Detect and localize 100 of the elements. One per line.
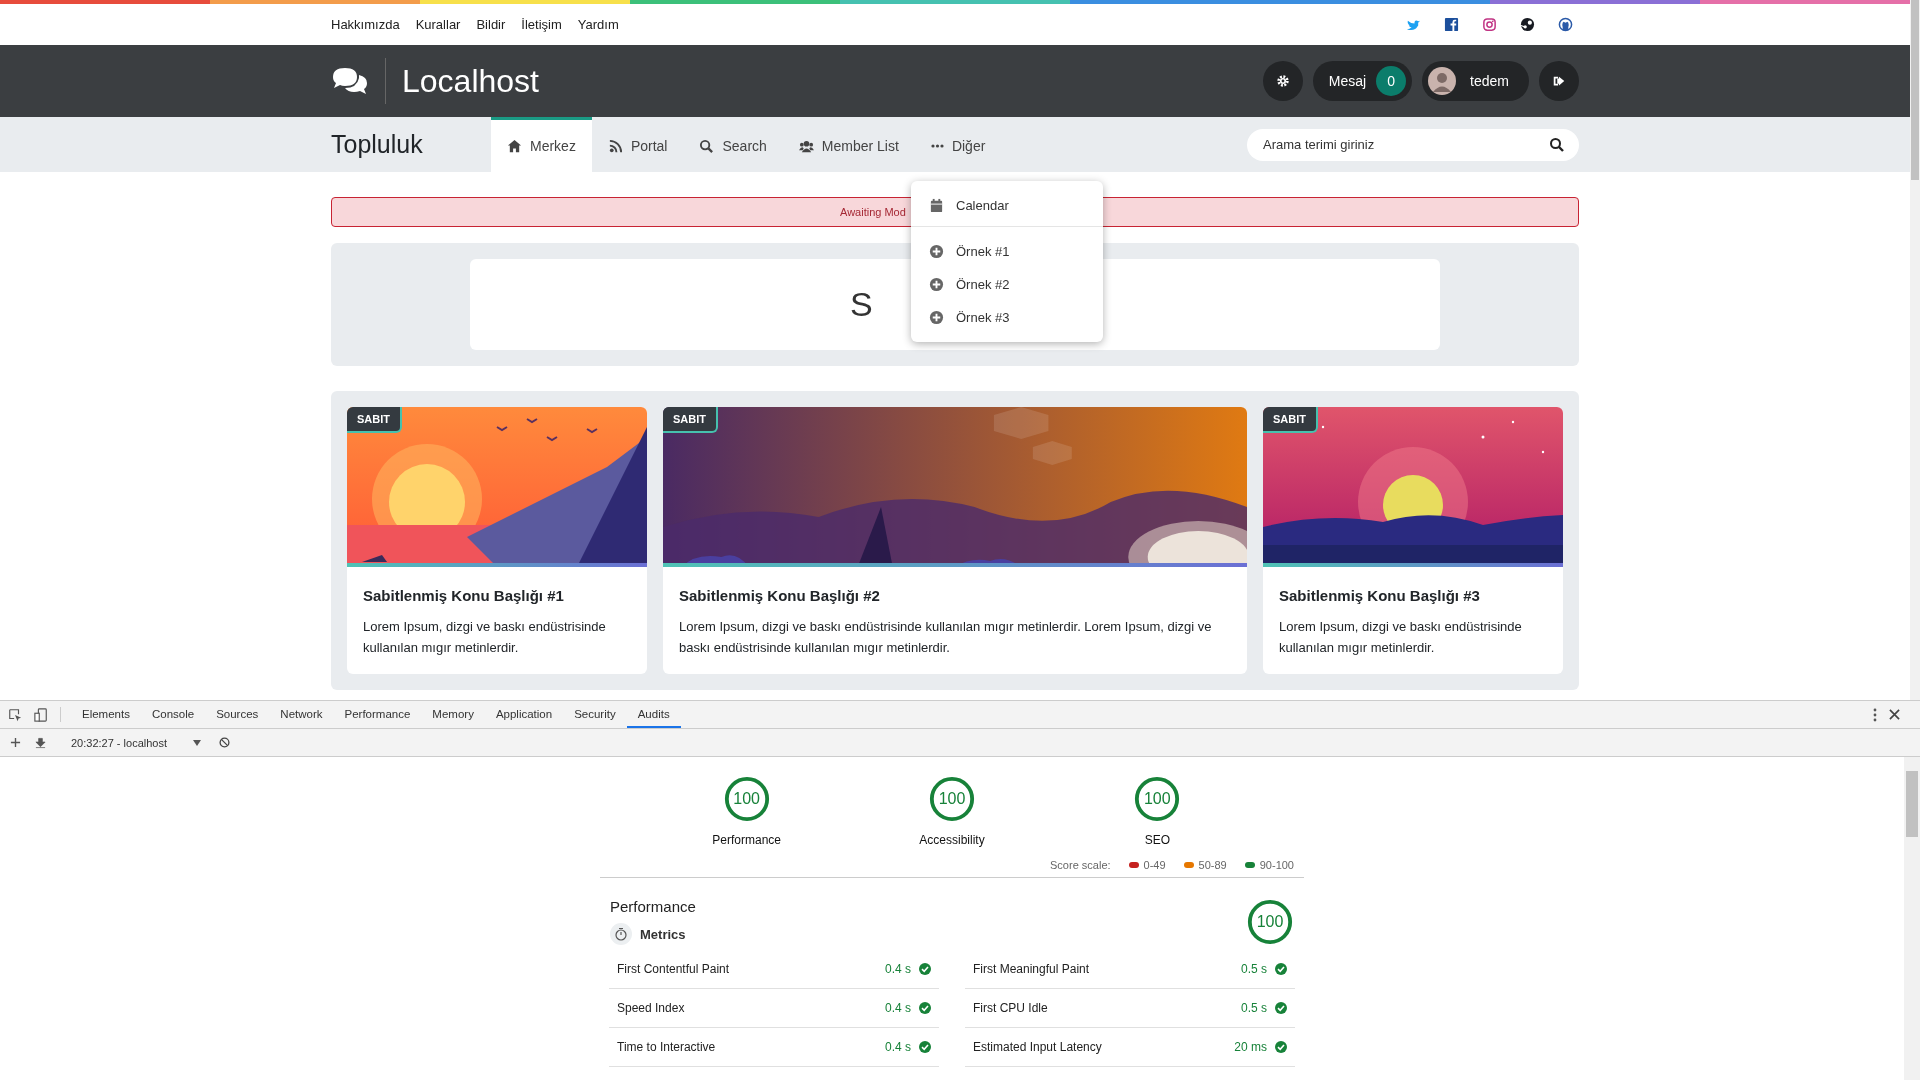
section-heading: Performance [610, 898, 696, 915]
alert-text: Awaiting Mod [840, 206, 906, 218]
device-icon [34, 707, 48, 722]
score-value: 100 [938, 790, 966, 808]
topic-title[interactable]: Sabitlenmiş Konu Başlığı #3 [1279, 587, 1547, 604]
check-circle-icon [1275, 1041, 1287, 1053]
metric-value: 20 ms [1234, 1040, 1267, 1054]
stopwatch-icon [610, 923, 632, 945]
menu-item[interactable]: Örnek #2 [911, 268, 1103, 301]
nav-tab[interactable]: Member List [782, 117, 915, 172]
devtools-tab[interactable]: Performance [333, 701, 422, 728]
search-icon [699, 138, 715, 154]
messages-label: Mesaj [1328, 73, 1367, 89]
topic-excerpt: Lorem Ipsum, dizgi ve baskı endüstrisinde kullanılan mıgır metinlerdir. Lorem Ipsum, dizgi ve baskı endüstrisinde kullanılan mıgır metinlerdir. [679, 618, 1213, 657]
top-link[interactable]: İletişim [521, 17, 562, 32]
avatar [1428, 67, 1457, 95]
pinned-badge: SABIT [347, 407, 402, 433]
legend-label: 50-89 [1198, 859, 1227, 871]
top-link[interactable]: Kurallar [415, 17, 461, 32]
plus-circle-icon [929, 310, 944, 325]
feed-icon [607, 138, 623, 154]
devtools-tab[interactable]: Network [269, 701, 334, 728]
logout-button[interactable] [1539, 61, 1579, 101]
check-circle-icon [919, 1002, 931, 1014]
inspect-icon [8, 707, 22, 722]
score-value: 100 [733, 790, 760, 808]
kebab-menu-icon [1873, 707, 1877, 722]
download-icon [35, 736, 46, 749]
topic-title[interactable]: Sabitlenmiş Konu Başlığı #1 [363, 587, 631, 604]
users-icon [798, 138, 814, 154]
close-icon [1889, 709, 1900, 720]
top-link[interactable]: Bildir [476, 17, 506, 32]
legend-label: 0-49 [1143, 859, 1166, 871]
menu-item[interactable]: Örnek #3 [911, 301, 1103, 334]
devtools-tab[interactable]: Memory [421, 701, 485, 728]
nav-tab[interactable]: Portal [591, 117, 684, 172]
chat-bubbles-icon [331, 66, 369, 96]
legend-label: 90-100 [1259, 859, 1294, 871]
scrollbar[interactable] [1910, 0, 1920, 700]
metric-name: Estimated Input Latency [973, 1040, 1103, 1054]
menu-item[interactable]: Örnek #1 [911, 235, 1103, 268]
settings-button[interactable] [1262, 61, 1303, 101]
nav-tab[interactable]: Diğer [914, 117, 1002, 172]
pinned-badge: SABIT [1263, 407, 1318, 433]
metrics-heading: Metrics [640, 926, 686, 942]
instagram-icon[interactable] [1482, 17, 1497, 32]
devtools-tab[interactable]: Sources [205, 701, 270, 728]
topic-excerpt: Lorem Ipsum, dizgi ve baskı endüstrisinde kullanılan mıgır metinlerdir. [1279, 618, 1523, 657]
scrollbar[interactable] [1904, 757, 1920, 1080]
username: tedem [1470, 73, 1509, 89]
devtools-tab[interactable]: Console [140, 701, 206, 728]
devtools-tab[interactable]: Security [563, 701, 627, 728]
pinned-topic-card[interactable]: SABIT Sabitlenmiş Konu Başlığı #3 Lorem Ipsum, dizgi ve baskı endüstrisinde kullanılan mıgır metinlerdir. [1263, 407, 1563, 674]
check-circle-icon [1275, 963, 1287, 975]
messages-button[interactable]: Mesaj 0 [1312, 61, 1413, 101]
plus-circle-icon [929, 244, 944, 259]
top-link[interactable]: Hakkımızda [331, 17, 400, 32]
metric-name: First Contentful Paint [617, 962, 731, 976]
search-field[interactable]: Arama terimi giriniz [1247, 128, 1579, 161]
metric-name: First Meaningful Paint [973, 962, 1091, 976]
topic-title[interactable]: Sabitlenmiş Konu Başlığı #2 [679, 587, 1231, 604]
pinned-badge: SABIT [663, 407, 718, 433]
banner-heading: S [850, 285, 873, 324]
home-icon [507, 138, 522, 154]
metric-value: 0.4 s [885, 1001, 911, 1015]
calendar-icon [929, 198, 944, 213]
metric-value: 0.5 s [1241, 1001, 1267, 1015]
plus-circle-icon [929, 277, 944, 292]
metric-name: Speed Index [617, 1001, 686, 1015]
menu-item[interactable]: Calendar [911, 189, 1103, 222]
more-icon [930, 144, 944, 148]
site-name[interactable]: Localhost [402, 62, 539, 100]
devtools-tab[interactable]: Application [484, 701, 564, 728]
user-menu-button[interactable]: tedem [1422, 61, 1529, 101]
settings-icon [1275, 74, 1290, 88]
nav-tab[interactable]: Merkez [491, 117, 592, 172]
score-value: 100 [1256, 913, 1284, 931]
check-circle-icon [1275, 1002, 1287, 1014]
score-scale-label: Score scale: [1050, 859, 1111, 871]
top-link[interactable]: Yardım [577, 17, 619, 32]
metric-name: Time to Interactive [617, 1040, 717, 1054]
pinned-topic-card[interactable]: SABIT Sabitlenmiş Konu Başlığı #1 Lorem Ipsum, dizgi ve baskı endüstrisinde kullanılan mıgır metinlerdir. [347, 407, 647, 674]
score-label: Accessibility [919, 833, 985, 847]
message-count-badge: 0 [1376, 66, 1407, 96]
search-icon [1549, 136, 1565, 153]
report-select[interactable]: 20:32:27 - localhost [71, 736, 201, 749]
nav-tab[interactable]: Search [683, 117, 783, 172]
score-label: Performance [712, 833, 781, 847]
topic-excerpt: Lorem Ipsum, dizgi ve baskı endüstrisinde kullanılan mıgır metinlerdir. [363, 618, 607, 657]
score-value: 100 [1143, 790, 1171, 808]
metric-value: 0.4 s [885, 1040, 911, 1054]
caret-icon [193, 739, 201, 746]
pinned-topic-card[interactable]: SABIT Sabitlenmiş Konu Başlığı #2 Lorem Ipsum, dizgi ve baskı endüstrisinde kullanılan mıgır metinlerdir. Lorem Ipsum, dizgi ve baskı endüstrisinde kullanılan mıgır metinlerdir. [663, 407, 1247, 674]
facebook-icon[interactable] [1444, 17, 1459, 32]
check-circle-icon [919, 1041, 931, 1053]
block-icon [219, 737, 230, 748]
devtools-tab[interactable]: Elements [71, 701, 141, 728]
metric-value: 0.4 s [885, 962, 911, 976]
metric-value: 0.5 s [1241, 962, 1267, 976]
section-title: Topluluk [331, 130, 424, 159]
